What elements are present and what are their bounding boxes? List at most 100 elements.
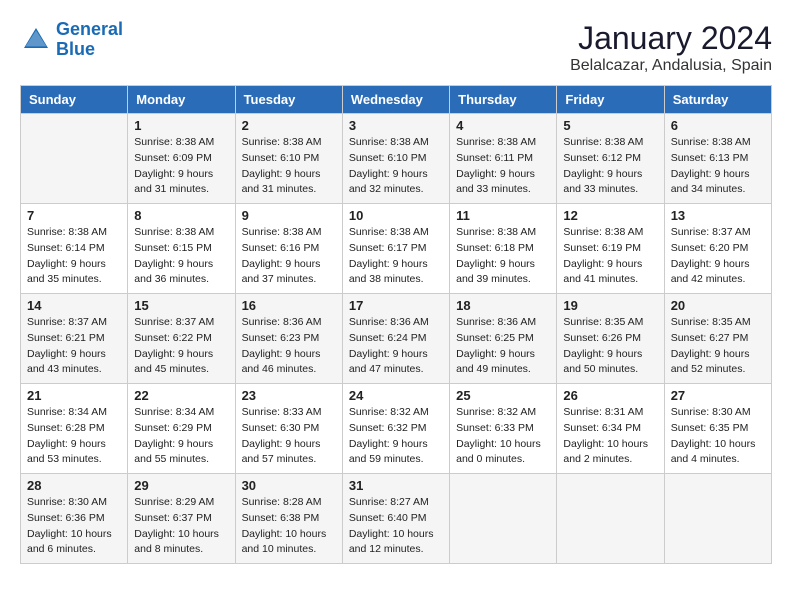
calendar-cell: 30Sunrise: 8:28 AMSunset: 6:38 PMDayligh…	[235, 474, 342, 564]
location: Belalcazar, Andalusia, Spain	[570, 57, 772, 75]
calendar-cell: 9Sunrise: 8:38 AMSunset: 6:16 PMDaylight…	[235, 204, 342, 294]
day-number: 23	[242, 388, 336, 403]
calendar-cell: 24Sunrise: 8:32 AMSunset: 6:32 PMDayligh…	[342, 384, 449, 474]
week-row-2: 14 Sunrise: 8:37 AMSunset: 6:21 PMDayligh…	[21, 294, 772, 384]
calendar-cell: 25 Sunrise: 8:32 AMSunset: 6:33 PMDayligh…	[450, 384, 557, 474]
day-number: 20	[671, 298, 765, 313]
day-number: 22	[134, 388, 228, 403]
day-info: Sunrise: 8:36 AMSunset: 6:23 PMDaylight:…	[242, 315, 336, 378]
header-cell-friday: Friday	[557, 86, 664, 114]
week-row-4: 28Sunrise: 8:30 AMSunset: 6:36 PMDayligh…	[21, 474, 772, 564]
day-number: 19	[563, 298, 657, 313]
day-info: Sunrise: 8:38 AMSunset: 6:14 PMDaylight:…	[27, 225, 121, 288]
logo-icon	[20, 24, 52, 56]
day-info: Sunrise: 8:33 AMSunset: 6:30 PMDaylight:…	[242, 405, 336, 468]
week-row-3: 21 Sunrise: 8:34 AMSunset: 6:28 PMDayligh…	[21, 384, 772, 474]
day-info: Sunrise: 8:35 AMSunset: 6:27 PMDaylight:…	[671, 315, 765, 378]
page-header: General Blue January 2024 Belalcazar, An…	[20, 20, 772, 75]
day-info: Sunrise: 8:31 AMSunset: 6:34 PMDaylight:…	[563, 405, 657, 468]
calendar-cell: 28Sunrise: 8:30 AMSunset: 6:36 PMDayligh…	[21, 474, 128, 564]
day-info: Sunrise: 8:37 AMSunset: 6:22 PMDaylight:…	[134, 315, 228, 378]
header-cell-thursday: Thursday	[450, 86, 557, 114]
day-info: Sunrise: 8:38 AMSunset: 6:10 PMDaylight:…	[242, 135, 336, 198]
day-number: 10	[349, 208, 443, 223]
day-info: Sunrise: 8:36 AMSunset: 6:25 PMDaylight:…	[456, 315, 550, 378]
calendar-cell: 1 Sunrise: 8:38 AMSunset: 6:09 PMDaylight…	[128, 114, 235, 204]
calendar-cell: 31Sunrise: 8:27 AMSunset: 6:40 PMDayligh…	[342, 474, 449, 564]
day-info: Sunrise: 8:34 AMSunset: 6:29 PMDaylight:…	[134, 405, 228, 468]
calendar-cell: 20 Sunrise: 8:35 AMSunset: 6:27 PMDayligh…	[664, 294, 771, 384]
day-number: 26	[563, 388, 657, 403]
day-number: 11	[456, 208, 550, 223]
day-info: Sunrise: 8:36 AMSunset: 6:24 PMDaylight:…	[349, 315, 443, 378]
calendar-cell: 19 Sunrise: 8:35 AMSunset: 6:26 PMDayligh…	[557, 294, 664, 384]
day-number: 16	[242, 298, 336, 313]
day-number: 5	[563, 118, 657, 133]
calendar-cell: 29 Sunrise: 8:29 AMSunset: 6:37 PMDayligh…	[128, 474, 235, 564]
day-info: Sunrise: 8:32 AMSunset: 6:33 PMDaylight:…	[456, 405, 550, 468]
day-number: 9	[242, 208, 336, 223]
day-info: Sunrise: 8:38 AMSunset: 6:13 PMDaylight:…	[671, 135, 765, 198]
day-number: 27	[671, 388, 765, 403]
calendar-cell	[557, 474, 664, 564]
calendar-cell: 2 Sunrise: 8:38 AMSunset: 6:10 PMDaylight…	[235, 114, 342, 204]
calendar-cell: 14 Sunrise: 8:37 AMSunset: 6:21 PMDayligh…	[21, 294, 128, 384]
day-info: Sunrise: 8:27 AMSunset: 6:40 PMDaylight:…	[349, 495, 443, 558]
day-info: Sunrise: 8:38 AMSunset: 6:18 PMDaylight:…	[456, 225, 550, 288]
day-info: Sunrise: 8:38 AMSunset: 6:11 PMDaylight:…	[456, 135, 550, 198]
day-number: 14	[27, 298, 121, 313]
title-block: January 2024 Belalcazar, Andalusia, Spai…	[570, 20, 772, 75]
header-cell-tuesday: Tuesday	[235, 86, 342, 114]
calendar-cell: 15 Sunrise: 8:37 AMSunset: 6:22 PMDayligh…	[128, 294, 235, 384]
day-number: 12	[563, 208, 657, 223]
calendar-cell: 12 Sunrise: 8:38 AMSunset: 6:19 PMDayligh…	[557, 204, 664, 294]
day-info: Sunrise: 8:38 AMSunset: 6:09 PMDaylight:…	[134, 135, 228, 198]
calendar-cell: 11 Sunrise: 8:38 AMSunset: 6:18 PMDayligh…	[450, 204, 557, 294]
day-number: 6	[671, 118, 765, 133]
calendar-cell: 27 Sunrise: 8:30 AMSunset: 6:35 PMDayligh…	[664, 384, 771, 474]
logo-line1: General	[56, 19, 123, 39]
day-info: Sunrise: 8:38 AMSunset: 6:19 PMDaylight:…	[563, 225, 657, 288]
calendar-cell: 13Sunrise: 8:37 AMSunset: 6:20 PMDayligh…	[664, 204, 771, 294]
calendar-table: SundayMondayTuesdayWednesdayThursdayFrid…	[20, 85, 772, 564]
calendar-cell: 23 Sunrise: 8:33 AMSunset: 6:30 PMDayligh…	[235, 384, 342, 474]
day-number: 28	[27, 478, 121, 493]
calendar-cell: 7 Sunrise: 8:38 AMSunset: 6:14 PMDaylight…	[21, 204, 128, 294]
day-info: Sunrise: 8:30 AMSunset: 6:35 PMDaylight:…	[671, 405, 765, 468]
calendar-cell: 3Sunrise: 8:38 AMSunset: 6:10 PMDaylight…	[342, 114, 449, 204]
calendar-cell: 6 Sunrise: 8:38 AMSunset: 6:13 PMDaylight…	[664, 114, 771, 204]
day-info: Sunrise: 8:38 AMSunset: 6:17 PMDaylight:…	[349, 225, 443, 288]
calendar-cell: 26 Sunrise: 8:31 AMSunset: 6:34 PMDayligh…	[557, 384, 664, 474]
header-cell-wednesday: Wednesday	[342, 86, 449, 114]
day-info: Sunrise: 8:34 AMSunset: 6:28 PMDaylight:…	[27, 405, 121, 468]
calendar-cell: 18 Sunrise: 8:36 AMSunset: 6:25 PMDayligh…	[450, 294, 557, 384]
day-number: 7	[27, 208, 121, 223]
header-cell-monday: Monday	[128, 86, 235, 114]
day-number: 18	[456, 298, 550, 313]
day-info: Sunrise: 8:29 AMSunset: 6:37 PMDaylight:…	[134, 495, 228, 558]
day-number: 25	[456, 388, 550, 403]
day-number: 15	[134, 298, 228, 313]
day-info: Sunrise: 8:37 AMSunset: 6:21 PMDaylight:…	[27, 315, 121, 378]
calendar-cell	[450, 474, 557, 564]
calendar-cell: 8Sunrise: 8:38 AMSunset: 6:15 PMDaylight…	[128, 204, 235, 294]
header-row: SundayMondayTuesdayWednesdayThursdayFrid…	[21, 86, 772, 114]
day-number: 2	[242, 118, 336, 133]
logo-line2: Blue	[56, 39, 95, 59]
calendar-cell: 10 Sunrise: 8:38 AMSunset: 6:17 PMDayligh…	[342, 204, 449, 294]
day-number: 21	[27, 388, 121, 403]
calendar-cell: 4Sunrise: 8:38 AMSunset: 6:11 PMDaylight…	[450, 114, 557, 204]
day-info: Sunrise: 8:38 AMSunset: 6:12 PMDaylight:…	[563, 135, 657, 198]
calendar-cell: 16 Sunrise: 8:36 AMSunset: 6:23 PMDayligh…	[235, 294, 342, 384]
day-number: 1	[134, 118, 228, 133]
day-number: 29	[134, 478, 228, 493]
logo: General Blue	[20, 20, 123, 60]
day-info: Sunrise: 8:35 AMSunset: 6:26 PMDaylight:…	[563, 315, 657, 378]
day-info: Sunrise: 8:28 AMSunset: 6:38 PMDaylight:…	[242, 495, 336, 558]
day-info: Sunrise: 8:38 AMSunset: 6:15 PMDaylight:…	[134, 225, 228, 288]
calendar-cell: 21 Sunrise: 8:34 AMSunset: 6:28 PMDayligh…	[21, 384, 128, 474]
day-number: 13	[671, 208, 765, 223]
week-row-1: 7 Sunrise: 8:38 AMSunset: 6:14 PMDaylight…	[21, 204, 772, 294]
week-row-0: 1 Sunrise: 8:38 AMSunset: 6:09 PMDaylight…	[21, 114, 772, 204]
calendar-cell	[21, 114, 128, 204]
